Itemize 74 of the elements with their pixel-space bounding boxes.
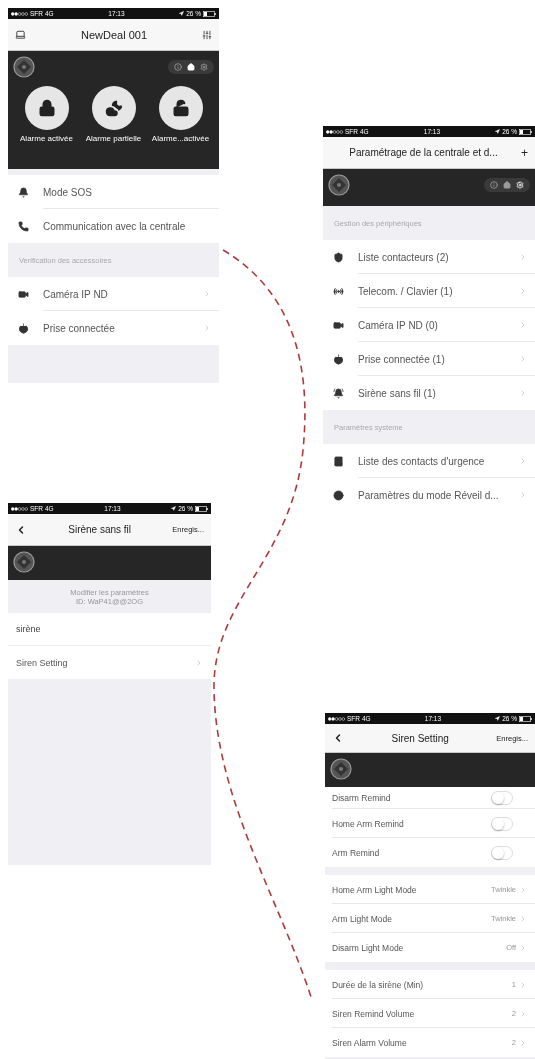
chevron-right-icon bbox=[519, 1038, 527, 1047]
alarm-mode-button[interactable] bbox=[91, 86, 136, 130]
location-icon bbox=[179, 11, 185, 16]
add-button[interactable]: + bbox=[521, 145, 528, 160]
alarm-mode-button[interactable] bbox=[24, 86, 69, 130]
info-icon[interactable] bbox=[490, 181, 498, 189]
alarm-mode-label: Alarme...activée bbox=[151, 134, 210, 143]
logo-icon bbox=[328, 174, 350, 196]
signal-icon bbox=[11, 11, 28, 16]
setting-label: Home Arm Remind bbox=[332, 818, 405, 829]
chevron-right-icon bbox=[519, 355, 527, 363]
menu-row[interactable]: Liste des contacts d'urgence bbox=[323, 444, 535, 478]
menu-row[interactable]: Mode SOS bbox=[8, 175, 219, 209]
logo-icon bbox=[330, 758, 352, 780]
battery-icon bbox=[195, 505, 208, 512]
alarm-mode-label: Alarme activée bbox=[20, 134, 73, 143]
sliders-icon[interactable] bbox=[202, 29, 212, 40]
location-icon bbox=[171, 506, 177, 511]
menu-row[interactable]: Communication avec la centrale bbox=[8, 209, 219, 243]
toggle-switch[interactable] bbox=[491, 845, 513, 860]
screen-title: Sirène sans fil bbox=[67, 524, 133, 535]
setting-label: Disarm Remind bbox=[332, 793, 392, 803]
chevron-right-icon bbox=[519, 287, 527, 295]
chevron-right-icon bbox=[519, 253, 527, 261]
chevron-right-icon bbox=[203, 324, 211, 332]
chevron-right-icon bbox=[519, 457, 527, 465]
toggle-switch[interactable] bbox=[491, 816, 513, 831]
screen-title: Paramétrage de la centrale et d... bbox=[348, 147, 499, 158]
info-icon[interactable] bbox=[174, 63, 182, 71]
chevron-right-icon bbox=[519, 914, 527, 923]
laptop-icon[interactable] bbox=[15, 29, 26, 40]
location-icon bbox=[495, 129, 501, 134]
location-icon bbox=[495, 716, 501, 721]
menu-row[interactable]: Paramètres du mode Réveil d... bbox=[323, 478, 535, 510]
signal-icon bbox=[11, 506, 28, 511]
alarm-mode-label: Alarme partielle bbox=[85, 134, 142, 143]
setting-label: Arm Remind bbox=[332, 847, 381, 858]
menu-row[interactable]: Prise connectée bbox=[8, 311, 219, 345]
chevron-right-icon bbox=[203, 290, 211, 298]
wireless-icon bbox=[333, 285, 347, 297]
chevron-right-icon bbox=[519, 885, 527, 894]
lock-icon bbox=[37, 99, 56, 117]
menu-row[interactable]: Caméra IP ND bbox=[8, 277, 219, 311]
chevron-right-icon bbox=[195, 658, 203, 667]
chevron-right-icon bbox=[519, 943, 527, 952]
chevron-right-icon bbox=[519, 491, 527, 499]
toggle-switch[interactable] bbox=[491, 791, 513, 805]
name-field[interactable]: sirène bbox=[8, 613, 211, 646]
unlocked-icon bbox=[171, 99, 190, 117]
logo-icon bbox=[13, 551, 35, 573]
battery-icon bbox=[519, 715, 532, 722]
screen-title: NewDeal 001 bbox=[79, 28, 148, 41]
signal-icon bbox=[326, 129, 343, 134]
logo-icon bbox=[13, 56, 35, 78]
battery-icon bbox=[519, 128, 532, 135]
chevron-right-icon bbox=[519, 980, 527, 989]
video-camera-icon bbox=[18, 288, 32, 300]
cloud-moon-icon bbox=[104, 99, 123, 117]
menu-row[interactable]: Prise connectée (1) bbox=[323, 342, 535, 376]
chevron-right-icon bbox=[519, 1009, 527, 1018]
siren-icon bbox=[333, 387, 347, 399]
menu-row[interactable]: Sirène sans fil (1) bbox=[323, 376, 535, 410]
screen-title: Siren Setting bbox=[390, 732, 450, 744]
signal-icon bbox=[328, 716, 345, 721]
menu-row[interactable]: Caméra IP ND (0) bbox=[323, 308, 535, 342]
menu-row[interactable]: Telecom. / Clavier (1) bbox=[323, 274, 535, 308]
chevron-right-icon bbox=[519, 321, 527, 329]
menu-row[interactable]: Liste contacteurs (2) bbox=[323, 240, 535, 274]
alarm-mode-button[interactable] bbox=[158, 86, 203, 130]
video-camera-icon bbox=[333, 319, 347, 331]
battery-icon bbox=[203, 10, 216, 17]
phone-icon bbox=[18, 220, 32, 232]
menu-row[interactable]: Siren Setting bbox=[8, 646, 211, 679]
chevron-right-icon bbox=[519, 389, 527, 397]
